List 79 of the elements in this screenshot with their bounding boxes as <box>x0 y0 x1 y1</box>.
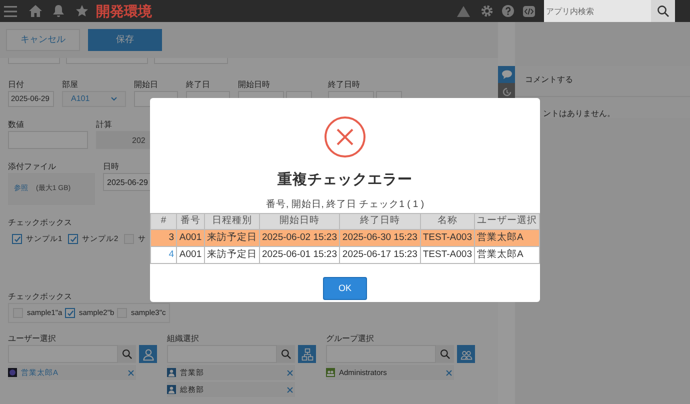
search-icon <box>657 5 669 17</box>
field-label: グループ選択 <box>326 333 374 345</box>
close-icon[interactable] <box>446 370 452 376</box>
field-label: 日時 <box>103 161 119 173</box>
person-icon <box>142 348 154 360</box>
avatar-icon <box>8 368 17 377</box>
search-field[interactable]: アプリ内検索 <box>544 0 651 22</box>
group-picker-button[interactable] <box>457 345 475 363</box>
table-cell: TEST-A003 <box>420 246 474 264</box>
speech-bubble-icon <box>502 70 512 79</box>
table-cell: A001 <box>176 246 204 264</box>
checkmark-icon <box>66 310 74 316</box>
error-icon <box>324 116 366 158</box>
field-label: ユーザー選択 <box>8 333 56 345</box>
table-cell: 2025-06-01 15:23 <box>259 246 340 264</box>
organization-picker-button[interactable] <box>298 345 316 363</box>
field-label: 日付 <box>8 79 24 91</box>
field-label: 終了日 <box>186 79 210 91</box>
warning-icon[interactable] <box>457 6 470 16</box>
search-button[interactable] <box>651 0 675 22</box>
department-icon <box>167 368 176 377</box>
calculated-field: 202 <box>96 131 150 149</box>
bell-icon[interactable] <box>53 5 64 17</box>
field-label: 計算 <box>96 119 112 131</box>
help-icon[interactable] <box>502 5 514 17</box>
search-icon <box>122 349 132 359</box>
page-title: 開発環境 <box>96 2 152 20</box>
column-header: 日程種別 <box>204 214 260 230</box>
field-label: 組織選択 <box>167 333 199 345</box>
column-header: 名称 <box>420 214 474 230</box>
field-label: チェックボックス <box>8 217 72 229</box>
search-button[interactable] <box>436 345 454 363</box>
field-label: 終了日時 <box>328 79 360 91</box>
ok-button[interactable]: OK <box>323 277 367 300</box>
dialog-message: 番号, 開始日, 終了日 チェック1 ( 1 ) <box>266 198 424 212</box>
chevron-down-icon <box>111 97 117 101</box>
org-chart-icon <box>300 348 314 360</box>
column-header: 開始日時 <box>259 214 340 230</box>
close-icon[interactable] <box>287 370 293 376</box>
close-icon[interactable] <box>128 370 134 376</box>
group-icon <box>326 368 335 377</box>
checkbox[interactable] <box>68 234 78 244</box>
table-cell: 来訪予定日 <box>204 246 260 264</box>
column-header: ユーザー選択 <box>474 214 540 230</box>
menu-icon[interactable] <box>4 6 17 16</box>
table-row[interactable]: 4 A001 来訪予定日 2025-06-01 15:23 2025-06-17 15:23 TEST-A003 営業太郎A <box>150 246 540 264</box>
field-label: チェックボックス <box>8 291 72 303</box>
dropdown-value: A101 <box>71 93 90 105</box>
field-label: 開始日時 <box>238 79 270 91</box>
date-field[interactable]: 2025-06-29 <box>103 173 153 191</box>
close-icon[interactable] <box>287 386 293 392</box>
field-label: 開始日 <box>134 79 158 91</box>
checkbox[interactable] <box>12 234 22 244</box>
search-button[interactable] <box>118 345 136 363</box>
field-label: 部屋 <box>62 79 78 91</box>
search-icon <box>281 349 291 359</box>
home-icon[interactable] <box>29 5 42 17</box>
user-picker-button[interactable] <box>139 345 157 363</box>
search-button[interactable] <box>277 345 295 363</box>
field-label: 数値 <box>8 119 24 131</box>
star-icon[interactable] <box>76 5 88 17</box>
history-icon <box>502 86 512 96</box>
dialog-title: 重複チェックエラー <box>278 170 412 190</box>
column-header: 終了日時 <box>339 214 420 230</box>
empty-comments-message: ントはありません。 <box>543 109 615 118</box>
table-row[interactable]: 3 A001 来訪予定日 2025-06-02 15:23 2025-06-30 15:23 TEST-A003 営業太郎A <box>150 230 540 246</box>
table-cell: 営業太郎A <box>474 246 540 264</box>
checkmark-icon <box>70 236 76 242</box>
column-header: # <box>150 214 177 230</box>
search-icon <box>440 349 450 359</box>
field-label: 添付ファイル <box>8 161 56 173</box>
row-number: 4 <box>150 246 177 264</box>
code-icon[interactable] <box>523 6 535 16</box>
column-header: 番号 <box>176 214 204 230</box>
settings-icon[interactable] <box>481 5 493 17</box>
department-icon <box>167 385 176 394</box>
table-cell: 2025-06-17 15:23 <box>339 246 420 264</box>
checkbox[interactable] <box>65 308 75 318</box>
checkmark-icon <box>14 236 20 242</box>
